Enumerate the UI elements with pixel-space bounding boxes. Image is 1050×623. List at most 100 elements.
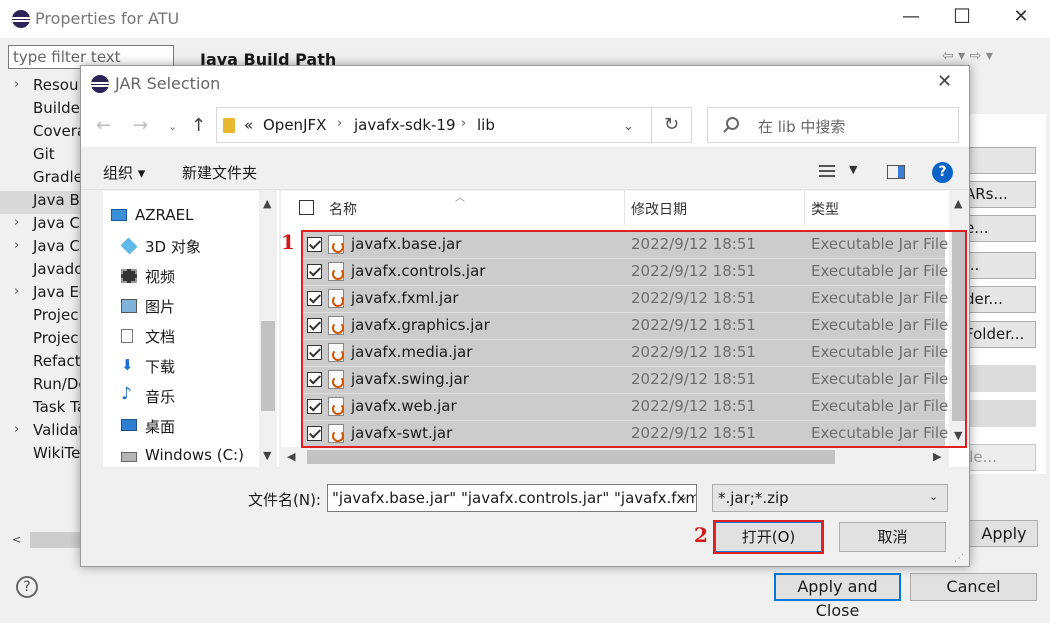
nav-item[interactable]: Git — [0, 145, 80, 168]
dialog-toolbar: 组织 ▾ 新建文件夹 ▼ ? — [81, 147, 969, 190]
nav-item[interactable]: › Java Co — [0, 214, 89, 237]
scroll-right-icon[interactable]: ▶ — [933, 450, 941, 463]
annotation-number-2: 2 — [694, 523, 708, 547]
refresh-icon[interactable]: ↻ — [652, 107, 692, 143]
help-icon[interactable]: ? — [932, 162, 953, 183]
breadcrumb-lib[interactable]: lib — [477, 116, 495, 134]
edit-button[interactable] — [962, 365, 1036, 392]
apply-button[interactable]: Apply — [960, 520, 1038, 547]
cancel-button[interactable]: 取消 — [839, 522, 946, 552]
tree-item[interactable]: 文档 — [103, 322, 257, 352]
tree-item[interactable]: 图片 — [103, 292, 257, 322]
address-bar[interactable]: « OpenJFX › javafx-sdk-19 › lib ⌄ — [216, 107, 652, 143]
add-class-folder-button[interactable]: der... — [962, 286, 1036, 313]
breadcrumb-separator-icon[interactable]: › — [461, 116, 466, 131]
resize-grip-icon[interactable]: ⋰ — [954, 553, 964, 564]
breadcrumb-javafx-sdk[interactable]: javafx-sdk-19 — [354, 116, 456, 134]
scroll-left-icon[interactable]: < — [12, 533, 21, 546]
recent-locations-chevron-icon[interactable]: ⌄ — [168, 120, 177, 133]
tree-item[interactable]: Windows (C:) — [103, 442, 257, 472]
search-placeholder: 在 lib 中搜索 — [758, 118, 846, 136]
tree-item[interactable]: ♪ 音乐 — [103, 382, 257, 412]
eclipse-icon — [12, 10, 30, 28]
breadcrumb-openjfx[interactable]: OpenJFX — [263, 116, 326, 134]
nav-item-label: Task Ta — [33, 398, 87, 416]
expand-arrow-icon[interactable]: › — [14, 77, 19, 92]
nav-item[interactable]: Projec — [0, 329, 80, 352]
scroll-down-icon[interactable]: ▼ — [263, 449, 271, 462]
tree-item[interactable]: ⬇ 下载 — [103, 352, 257, 382]
column-type[interactable]: 类型 — [811, 199, 839, 219]
chevron-down-icon[interactable]: ⌄ — [679, 490, 688, 503]
tree-item[interactable]: 桌面 — [103, 412, 257, 442]
column-divider[interactable] — [624, 191, 625, 225]
add-variable-button[interactable]: e... — [962, 215, 1036, 242]
search-input[interactable]: 在 lib 中搜索 — [707, 107, 959, 143]
nav-item[interactable]: WikiTe — [0, 444, 80, 467]
nav-item[interactable]: › Resou — [0, 76, 80, 99]
remove-button[interactable] — [962, 400, 1036, 427]
tree-vertical-scrollbar[interactable]: ▲ ▼ — [259, 191, 277, 467]
column-date[interactable]: 修改日期 — [631, 199, 687, 219]
nav-item[interactable]: Refact — [0, 352, 81, 375]
tree-item[interactable]: 3D 对象 — [103, 232, 257, 262]
tree-item[interactable]: 视频 — [103, 262, 257, 292]
tree-item[interactable]: AZRAEL — [103, 202, 257, 232]
file-type-select[interactable]: *.jar;*.zip — [712, 484, 948, 512]
column-name[interactable]: 名称 — [329, 199, 357, 219]
close-icon[interactable]: ✕ — [937, 71, 952, 92]
nav-item[interactable]: Projec — [0, 306, 80, 329]
expand-arrow-icon[interactable]: › — [14, 215, 19, 230]
nav-item[interactable]: Javado — [0, 260, 83, 283]
select-all-checkbox[interactable] — [299, 200, 314, 215]
tree-item-label: 下载 — [145, 358, 176, 376]
chevron-down-icon[interactable]: ⌄ — [623, 119, 634, 134]
scrollbar-thumb[interactable] — [261, 321, 275, 411]
close-icon[interactable]: ✕ — [1006, 6, 1036, 27]
nav-item-label: Projec — [33, 329, 79, 347]
chevron-down-icon[interactable]: ▼ — [849, 163, 857, 176]
nav-item[interactable]: Java Bu — [0, 191, 89, 214]
nav-item[interactable]: Covera — [0, 122, 86, 145]
nav-item[interactable]: Run/De — [0, 375, 88, 398]
search-icon — [726, 117, 739, 130]
side-button-1[interactable] — [962, 147, 1036, 174]
breadcrumb-overflow[interactable]: « — [244, 116, 253, 134]
expand-arrow-icon[interactable]: › — [14, 238, 19, 253]
minimize-icon[interactable]: — — [896, 6, 926, 27]
add-external-class-folder-button[interactable]: Folder... — [962, 321, 1036, 348]
organize-button[interactable]: 组织 ▾ — [103, 162, 145, 183]
nav-item[interactable]: Task Ta — [0, 398, 86, 421]
new-folder-button[interactable]: 新建文件夹 — [182, 162, 257, 183]
file-horizontal-scrollbar[interactable]: ◀ ▶ — [281, 447, 949, 467]
breadcrumb-separator-icon[interactable]: › — [337, 116, 342, 131]
expand-arrow-icon[interactable]: › — [14, 422, 19, 437]
nav-item[interactable]: › Java Co — [0, 237, 89, 260]
forward-arrow-icon[interactable]: → — [133, 115, 148, 136]
back-nav-icon[interactable]: ⇦ ▾ ⇨ ▾ — [942, 48, 993, 64]
nav-horizontal-scrollbar[interactable]: < — [8, 530, 88, 550]
help-icon[interactable]: ? — [16, 576, 38, 598]
maximize-icon[interactable]: ☐ — [947, 4, 977, 28]
migrate-jar-file-button[interactable]: ile... — [962, 444, 1036, 471]
up-arrow-icon[interactable]: ↑ — [191, 115, 206, 136]
add-library-button[interactable]: ... — [962, 252, 1036, 279]
scroll-up-icon[interactable]: ▲ — [954, 197, 962, 210]
nav-item[interactable]: Gradle — [0, 168, 83, 191]
chevron-down-icon[interactable]: ⌄ — [929, 490, 938, 503]
apply-and-close-button[interactable]: Apply and Close — [774, 573, 901, 620]
cancel-button[interactable]: Cancel — [910, 573, 1037, 601]
back-arrow-icon[interactable]: ← — [96, 115, 111, 136]
preview-pane-icon[interactable] — [887, 165, 905, 179]
expand-arrow-icon[interactable]: › — [14, 284, 19, 299]
add-external-jars-button[interactable]: ARs... — [962, 181, 1036, 208]
scroll-left-icon[interactable]: ◀ — [287, 450, 295, 463]
nav-item[interactable]: › Validat — [0, 421, 84, 444]
view-options-icon[interactable] — [819, 165, 835, 179]
nav-item[interactable]: Builde — [0, 99, 80, 122]
nav-item[interactable]: › Java Ec — [0, 283, 87, 306]
scroll-up-icon[interactable]: ▲ — [263, 197, 271, 210]
filename-input[interactable]: "javafx.base.jar" "javafx.controls.jar" … — [327, 484, 697, 512]
scrollbar-thumb[interactable] — [307, 450, 835, 464]
column-divider[interactable] — [804, 191, 805, 225]
